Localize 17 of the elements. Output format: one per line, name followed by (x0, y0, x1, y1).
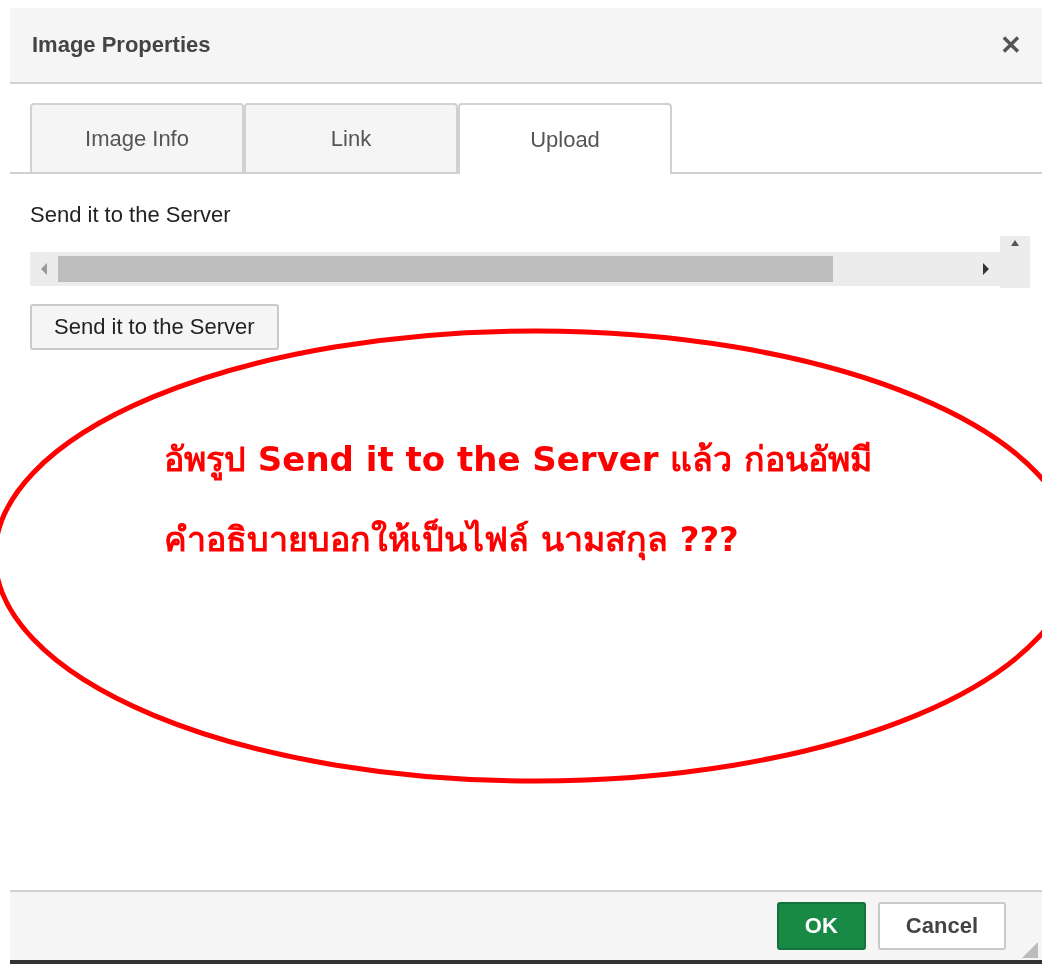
vertical-scroll-bar[interactable] (1000, 236, 1030, 288)
resize-grip-icon[interactable] (1022, 942, 1038, 958)
annotation-text: อัพรูป Send it to the Server แล้ว ก่อนอัพมี (164, 438, 873, 483)
horizontal-scroll-bar[interactable] (30, 252, 1000, 286)
up-arrow-icon[interactable] (1011, 240, 1019, 246)
tab[interactable]: Image Info (30, 103, 244, 172)
field-label: Send it to the Server (30, 202, 232, 228)
left-arrow-icon[interactable] (40, 263, 48, 275)
dialog-title: Image Properties (32, 32, 211, 58)
close-button[interactable]: ✕ (992, 25, 1030, 65)
ok-button[interactable]: OK (776, 902, 866, 950)
tab[interactable]: Upload (458, 103, 672, 174)
upload-button[interactable]: Send it to the Server (30, 304, 279, 350)
cancel-button[interactable]: Cancel (877, 902, 1006, 950)
tab[interactable]: Link (244, 103, 458, 172)
right-arrow-icon[interactable] (982, 263, 990, 275)
annotation-text: คำอธิบายบอกให้เป็นไฟล์ นามสกุล ??? (164, 517, 740, 563)
